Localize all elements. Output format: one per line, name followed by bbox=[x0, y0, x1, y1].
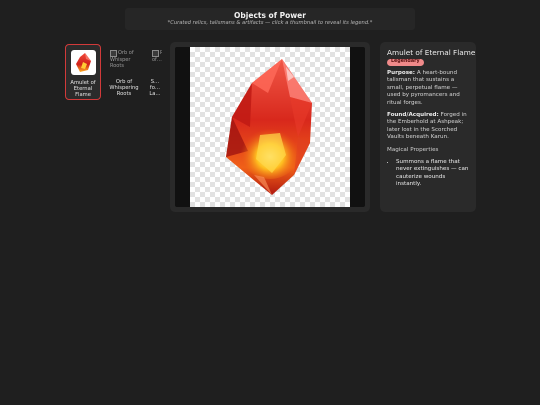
page-header: Objects of Power *Curated relics, talism… bbox=[125, 8, 415, 30]
found-label: Found/Acquired: bbox=[387, 111, 439, 118]
thumbnail-label: S… fo… La… bbox=[149, 79, 161, 97]
purpose-paragraph: Purpose: A heart-bound talisman that sus… bbox=[387, 70, 469, 108]
thumbnail-amulet-of-eternal-flame[interactable]: Amulet of Eternal Flame bbox=[65, 44, 101, 100]
fire-gem-icon bbox=[226, 59, 312, 195]
page-title: Objects of Power bbox=[234, 11, 306, 20]
thumbnail-partial[interactable]: Po… of… S… fo… La… bbox=[148, 44, 162, 100]
rarity-badge: Legendary bbox=[387, 59, 424, 66]
purpose-label: Purpose: bbox=[387, 69, 416, 76]
found-paragraph: Found/Acquired: Forged in the Emberhold … bbox=[387, 112, 469, 142]
property-item: Summons a flame that never extinguishes … bbox=[396, 159, 469, 189]
image-viewer bbox=[170, 42, 370, 212]
legend-panel: Amulet of Eternal Flame Legendary Purpos… bbox=[380, 42, 476, 212]
broken-image-icon: Po… of… bbox=[152, 50, 162, 72]
thumbnail-orb-of-whispering-roots[interactable]: Orb of Whisper Roots Orb of Whispering R… bbox=[106, 44, 142, 100]
image-frame bbox=[175, 47, 365, 207]
legend-title: Amulet of Eternal Flame bbox=[387, 48, 476, 57]
app-root: Objects of Power *Curated relics, talism… bbox=[0, 0, 540, 405]
properties-list: Summons a flame that never extinguishes … bbox=[387, 159, 469, 189]
thumbnail-label: Orb of Whispering Roots bbox=[109, 79, 139, 97]
thumbnail-label: Amulet of Eternal Flame bbox=[70, 80, 96, 98]
properties-heading: Magical Properties bbox=[387, 146, 439, 153]
page-subtitle: *Curated relics, talismans & artifacts —… bbox=[167, 20, 373, 26]
artifact-image bbox=[190, 47, 350, 207]
broken-image-icon: Orb of Whisper Roots bbox=[110, 50, 138, 72]
fire-gem-icon bbox=[71, 50, 96, 75]
